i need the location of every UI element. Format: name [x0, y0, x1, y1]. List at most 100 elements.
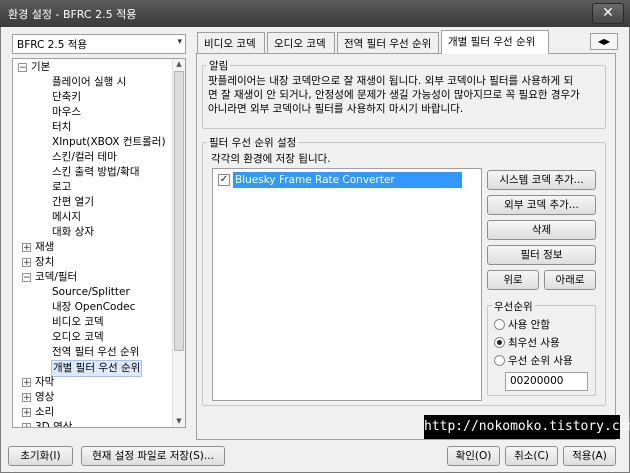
- tree-item-xinput[interactable]: XInput(XBOX 컨트롤러): [52, 135, 166, 150]
- tree-item-label: 재생: [35, 241, 55, 253]
- radio-button[interactable]: [494, 355, 505, 366]
- tree-item-video[interactable]: + 영상: [22, 390, 55, 405]
- expand-icon[interactable]: +: [22, 393, 31, 403]
- radio-label: 우선 순위 사용: [508, 355, 573, 367]
- apply-button[interactable]: 적용(A): [563, 446, 616, 466]
- tree-item-sound[interactable]: + 소리: [22, 405, 54, 420]
- save-current-button[interactable]: 현재 설정 파일로 저장(S)...: [81, 446, 225, 466]
- tree-item-logo[interactable]: 로고: [52, 180, 71, 195]
- tree-item-devices[interactable]: + 장치: [22, 255, 55, 270]
- cancel-button[interactable]: 취소(C): [505, 446, 558, 466]
- priority-title: 우선순위: [492, 299, 535, 314]
- tree-item-label: 내장 OpenCodec: [52, 301, 136, 313]
- tree-item-skin-output[interactable]: 스킨 출력 방법/확대: [52, 165, 140, 180]
- add-system-codec-button[interactable]: 시스템 코덱 추가...: [487, 170, 596, 190]
- expand-icon[interactable]: +: [22, 408, 31, 418]
- filter-priority-description: 각각의 환경에 저장 됩니다.: [211, 153, 331, 165]
- tab-scroll-right-icon[interactable]: ▶: [604, 37, 610, 46]
- tab-global-filter-priority[interactable]: 전역 필터 우선 순위: [337, 32, 439, 53]
- expand-icon[interactable]: +: [22, 423, 31, 427]
- tree-item-playback[interactable]: + 재생: [22, 240, 55, 255]
- ok-button[interactable]: 확인(O): [447, 446, 500, 466]
- radio-label: 최우선 사용: [508, 337, 560, 349]
- tree-item-mouse[interactable]: 마우스: [52, 105, 81, 120]
- tree-item-audio-codec[interactable]: 오디오 코덱: [52, 330, 104, 345]
- radio-label: 사용 안함: [508, 319, 550, 331]
- collapse-icon[interactable]: −: [22, 273, 31, 283]
- tree-item-label: Source/Splitter: [52, 286, 130, 298]
- filter-info-button[interactable]: 필터 정보: [487, 245, 596, 265]
- preset-select[interactable]: BFRC 2.5 적용 ▾: [12, 34, 186, 54]
- priority-option-top[interactable]: 최우선 사용: [494, 335, 592, 349]
- move-down-button[interactable]: 아래로: [544, 270, 596, 290]
- radio-button[interactable]: [494, 337, 505, 348]
- priority-option-none[interactable]: 사용 안함: [494, 317, 592, 331]
- list-item[interactable]: ✓ Bluesky Frame Rate Converter: [217, 172, 462, 188]
- tree-item-label: 개별 필터 우선 순위: [51, 360, 143, 377]
- scroll-thumb[interactable]: [174, 71, 184, 351]
- radio-button[interactable]: [494, 319, 505, 330]
- tree-item-label: 플레이어 실행 시: [52, 76, 127, 88]
- priority-option-ranked[interactable]: 우선 순위 사용: [494, 353, 592, 367]
- delete-button[interactable]: 삭제: [487, 220, 596, 240]
- add-external-codec-button[interactable]: 외부 코덱 추가...: [487, 195, 596, 215]
- tree-item-messages[interactable]: 메시지: [52, 210, 81, 225]
- tree-item-subtitles[interactable]: + 자막: [22, 375, 54, 390]
- tree-item-label: 장치: [35, 256, 55, 268]
- filter-checkbox[interactable]: ✓: [218, 174, 230, 186]
- tree-item-codec-filter[interactable]: − 코덱/필터: [22, 270, 78, 285]
- tree-item-label: 영상: [35, 391, 55, 403]
- tree-item-player-start[interactable]: 플레이어 실행 시: [52, 75, 126, 90]
- tree-item-label: 대화 상자: [52, 226, 94, 238]
- tree-item-label: 오디오 코덱: [52, 331, 104, 343]
- tree-item-label: 메시지: [52, 211, 81, 223]
- close-icon: ✕: [602, 5, 614, 21]
- tree-item-video-codec[interactable]: 비디오 코덱: [52, 315, 104, 330]
- tree-item-source-splitter[interactable]: Source/Splitter: [52, 285, 130, 300]
- filter-priority-title: 필터 우선 순위 설정: [207, 135, 299, 150]
- tree-item-label: 마우스: [52, 106, 81, 118]
- tree-item-opencodec[interactable]: 내장 OpenCodec: [52, 300, 135, 315]
- tree-item-label: 스킨 출력 방법/확대: [52, 166, 140, 178]
- tree-item-label: 전역 필터 우선 순위: [52, 346, 140, 358]
- tab-label: 오디오 코덱: [274, 38, 326, 50]
- tab-scroll-buttons[interactable]: ◀▶: [590, 33, 618, 50]
- tree-item-label: 코덱/필터: [35, 271, 78, 283]
- tree-item-3d-video[interactable]: + 3D 영상: [22, 420, 72, 427]
- tab-video-codec[interactable]: 비디오 코덱: [197, 32, 265, 53]
- tree-item-global-filter-priority[interactable]: 전역 필터 우선 순위: [52, 345, 139, 360]
- watermark: http://nokomoko.tistory.com: [424, 415, 630, 439]
- collapse-icon[interactable]: −: [18, 63, 27, 73]
- scroll-down-icon[interactable]: ▼: [173, 416, 185, 427]
- tree-item-individual-filter-priority[interactable]: 개별 필터 우선 순위: [51, 360, 143, 377]
- expand-icon[interactable]: +: [22, 243, 31, 253]
- tree-item-label: 비디오 코덱: [52, 316, 104, 328]
- window-title: 환경 설정 - BFRC 2.5 적용: [8, 8, 137, 21]
- tree-item-skin-theme[interactable]: 스킨/컬러 테마: [52, 150, 117, 165]
- move-up-button[interactable]: 위로: [487, 270, 539, 290]
- tab-label: 전역 필터 우선 순위: [344, 38, 432, 50]
- reset-button[interactable]: 초기화(I): [8, 446, 73, 466]
- close-button[interactable]: ✕: [592, 3, 624, 24]
- tab-audio-codec[interactable]: 오디오 코덱: [267, 32, 335, 53]
- tree-item-quick-open[interactable]: 간편 열기: [52, 195, 94, 210]
- priority-value-input[interactable]: 00200000: [505, 372, 588, 391]
- tree-item-basic[interactable]: − 기본: [18, 60, 50, 75]
- settings-tree: − 기본 플레이어 실행 시 단축키 마우스 터치 XInput(XBOX 컨트…: [12, 58, 186, 428]
- tree-item-hotkeys[interactable]: 단축키: [52, 90, 81, 105]
- tab-label: 비디오 코덱: [204, 38, 256, 50]
- expand-icon[interactable]: +: [22, 378, 31, 388]
- tree-scrollbar[interactable]: ▲ ▼: [172, 59, 185, 427]
- tree-item-touch[interactable]: 터치: [52, 120, 71, 135]
- tab-label: 개별 필터 우선 순위: [448, 36, 536, 48]
- expand-icon[interactable]: +: [22, 258, 31, 268]
- filter-list[interactable]: ✓ Bluesky Frame Rate Converter: [212, 168, 482, 401]
- tab-individual-filter-priority[interactable]: 개별 필터 우선 순위: [441, 30, 549, 54]
- tree-item-label: 스킨/컬러 테마: [52, 151, 117, 163]
- tree-item-label: XInput(XBOX 컨트롤러): [52, 136, 166, 148]
- chevron-down-icon: ▾: [177, 37, 182, 47]
- notice-title: 알림: [207, 58, 231, 73]
- notice-line: 아니라면 외부 코덱이나 필터를 사용하지 마시기 바랍니다.: [208, 103, 464, 115]
- tree-item-dialogs[interactable]: 대화 상자: [52, 225, 94, 240]
- scroll-up-icon[interactable]: ▲: [173, 59, 185, 70]
